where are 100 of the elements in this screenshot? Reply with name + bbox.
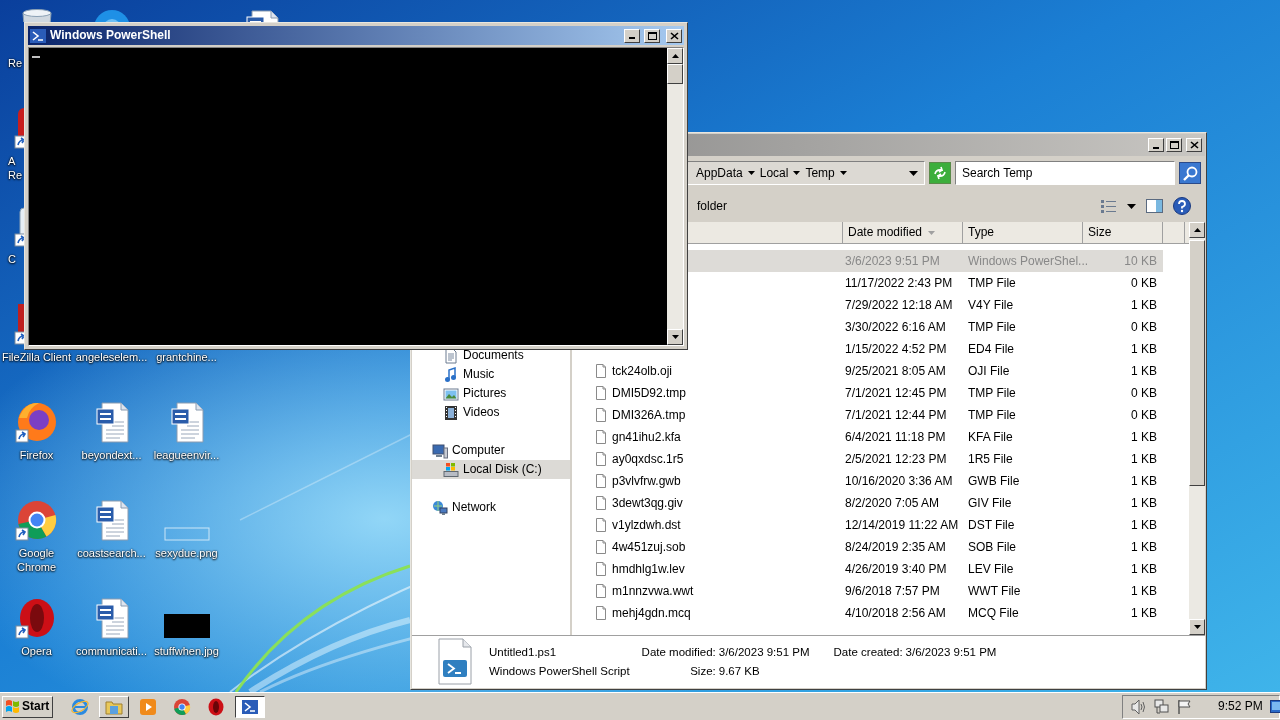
minimize-button[interactable] [624, 28, 640, 43]
play-icon [139, 697, 157, 716]
date-cell: 10/16/2020 3:36 AM [845, 473, 953, 489]
view-options-icon[interactable] [1101, 198, 1117, 214]
file-name: p3vlvfrw.gwb [612, 473, 681, 489]
scrollbar[interactable] [1189, 222, 1205, 635]
file-row[interactable]: m1nnzvwa.wwt 9/6/2018 7:57 PM WWT File 1 KB [590, 580, 1163, 602]
file-row[interactable]: 7/29/2022 12:18 AM V4Y File 1 KB [688, 294, 1163, 316]
maximize-button[interactable] [644, 28, 660, 43]
date-cell: 11/17/2022 2:43 PM [845, 275, 953, 291]
file-row[interactable]: 3/30/2022 6:16 AM TMP File 0 KB [688, 316, 1163, 338]
file-name: mehj4gdn.mcq [612, 605, 691, 621]
breadcrumb-link[interactable]: Local [759, 165, 789, 181]
size-cell: 1 KB [1131, 561, 1157, 577]
scrollbar[interactable] [667, 48, 683, 345]
file-icon [593, 561, 609, 577]
file-row[interactable]: 11/17/2022 2:43 PM TMP File 0 KB [688, 272, 1163, 294]
file-row[interactable]: gn41ihu2.kfa 6/4/2021 11:18 PM KFA File 1 KB [590, 426, 1163, 448]
scroll-up-button[interactable] [1189, 222, 1205, 238]
date-cell: 7/1/2021 12:44 PM [845, 407, 947, 423]
close-button[interactable] [666, 28, 682, 43]
file-name: DMI326A.tmp [612, 407, 686, 423]
file-row[interactable]: mehj4gdn.mcq 4/10/2018 2:56 AM MCQ File 1 KB [590, 602, 1163, 624]
file-row[interactable]: p3vlvfrw.gwb 10/16/2020 3:36 AM GWB File 1 KB [590, 470, 1163, 492]
date-cell: 2/5/2021 12:23 PM [845, 451, 947, 467]
type-cell: GIV File [968, 495, 1012, 511]
file-row[interactable]: v1ylzdwh.dst 12/14/2019 11:22 AM DST File 1 KB [590, 514, 1163, 536]
file-row[interactable]: 3dewt3qg.giv 8/2/2020 7:05 AM GIV File 1 KB [590, 492, 1163, 514]
column-header[interactable]: Date modified [843, 222, 963, 243]
close-button[interactable] [1186, 138, 1202, 152]
file-row[interactable]: hmdhlg1w.lev 4/26/2019 3:40 PM LEV File 1 KB [590, 558, 1163, 580]
column-header[interactable]: Size [1083, 222, 1163, 243]
nav-item[interactable]: Local Disk (C:) [412, 460, 570, 479]
search-button[interactable] [1179, 162, 1201, 184]
clock[interactable]: 9:52 PM [1218, 699, 1263, 714]
taskbar-button[interactable] [235, 695, 265, 718]
preview-pane-icon[interactable] [1146, 198, 1163, 214]
help-icon[interactable] [1173, 197, 1191, 215]
refresh-button[interactable] [929, 162, 951, 184]
up-arrow-icon [671, 54, 679, 58]
file-row[interactable]: 4w451zuj.sob 8/24/2019 2:35 AM SOB File 1 KB [590, 536, 1163, 558]
date-cell: 3/30/2022 6:16 AM [845, 319, 946, 335]
file-row[interactable]: DMI326A.tmp 7/1/2021 12:44 PM TMP File 0 KB [590, 404, 1163, 426]
size-cell: 0 KB [1131, 385, 1157, 401]
field-label: Size: [689, 664, 716, 679]
caret-icon[interactable] [839, 171, 847, 175]
file-icon [593, 451, 609, 467]
file-row[interactable]: 1/15/2022 4:52 PM ED4 File 1 KB [688, 338, 1163, 360]
file-type: Windows PowerShell Script [489, 664, 630, 679]
field-value: 3/6/2023 9:51 PM [717, 645, 810, 660]
start-button[interactable]: Start [2, 695, 53, 718]
file-row[interactable]: ay0qxdsc.1r5 2/5/2021 12:23 PM 1R5 File 1 KB [590, 448, 1163, 470]
file-icon [593, 429, 609, 445]
scroll-down-button[interactable] [1189, 619, 1205, 635]
nav-item[interactable]: Music [412, 365, 570, 384]
nav-item[interactable]: Pictures [412, 384, 570, 403]
scroll-up-button[interactable] [667, 48, 683, 64]
maximize-button[interactable] [1166, 138, 1182, 152]
scroll-down-button[interactable] [667, 329, 683, 345]
date-cell: 7/29/2022 12:18 AM [845, 297, 953, 313]
down-arrow-icon [1193, 625, 1201, 629]
film-icon [443, 404, 459, 421]
field-value: 3/6/2023 9:51 PM [904, 645, 997, 660]
caret-icon[interactable] [793, 171, 801, 175]
refresh-icon [932, 166, 948, 180]
icon-label: leagueenvir... [153, 448, 220, 462]
column-header[interactable]: Type [963, 222, 1083, 243]
scroll-thumb[interactable] [1189, 240, 1205, 486]
icon-label: grantchine... [156, 350, 217, 364]
toolbar-button[interactable]: folder [697, 198, 1091, 214]
file-row[interactable]: DMI5D92.tmp 7/1/2021 12:45 PM TMP File 0 KB [590, 382, 1163, 404]
icon-label: stuffwhen.jpg [154, 644, 219, 658]
search-field[interactable]: Search Temp [955, 161, 1175, 185]
show-desktop-icon[interactable] [1269, 698, 1280, 715]
size-cell: 1 KB [1131, 583, 1157, 599]
flag-icon[interactable] [1177, 698, 1193, 715]
breadcrumb-link[interactable]: Temp [805, 165, 835, 181]
type-cell: Windows PowerShel... [968, 253, 1089, 269]
file-name: hmdhlg1w.lev [612, 561, 685, 577]
down-arrow-icon [671, 335, 679, 339]
size-cell: 1 KB [1131, 539, 1157, 555]
volume-icon[interactable] [1131, 698, 1147, 715]
up-arrow-icon [1193, 228, 1201, 232]
maximize-icon [647, 31, 657, 40]
caret-icon[interactable] [1127, 203, 1136, 209]
type-cell: OJI File [968, 363, 1010, 379]
nav-item[interactable]: Computer [412, 441, 570, 460]
close-icon [1189, 141, 1199, 149]
caret-icon[interactable] [747, 171, 755, 175]
network-icon[interactable] [1154, 698, 1170, 715]
minimize-button[interactable] [1148, 138, 1164, 152]
nav-item[interactable]: Videos [412, 403, 570, 422]
file-name: Untitled1.ps1 [489, 645, 558, 660]
icon-label: Google Chrome [16, 546, 57, 574]
computer-icon [432, 442, 448, 459]
dropdown-icon[interactable] [909, 170, 918, 176]
file-row[interactable]: tck24olb.oji 9/25/2021 8:05 AM OJI File 1 KB [590, 360, 1163, 382]
nav-item[interactable]: Network [412, 498, 570, 517]
scroll-thumb[interactable] [667, 64, 683, 84]
breadcrumb-link[interactable]: AppData [696, 165, 743, 181]
